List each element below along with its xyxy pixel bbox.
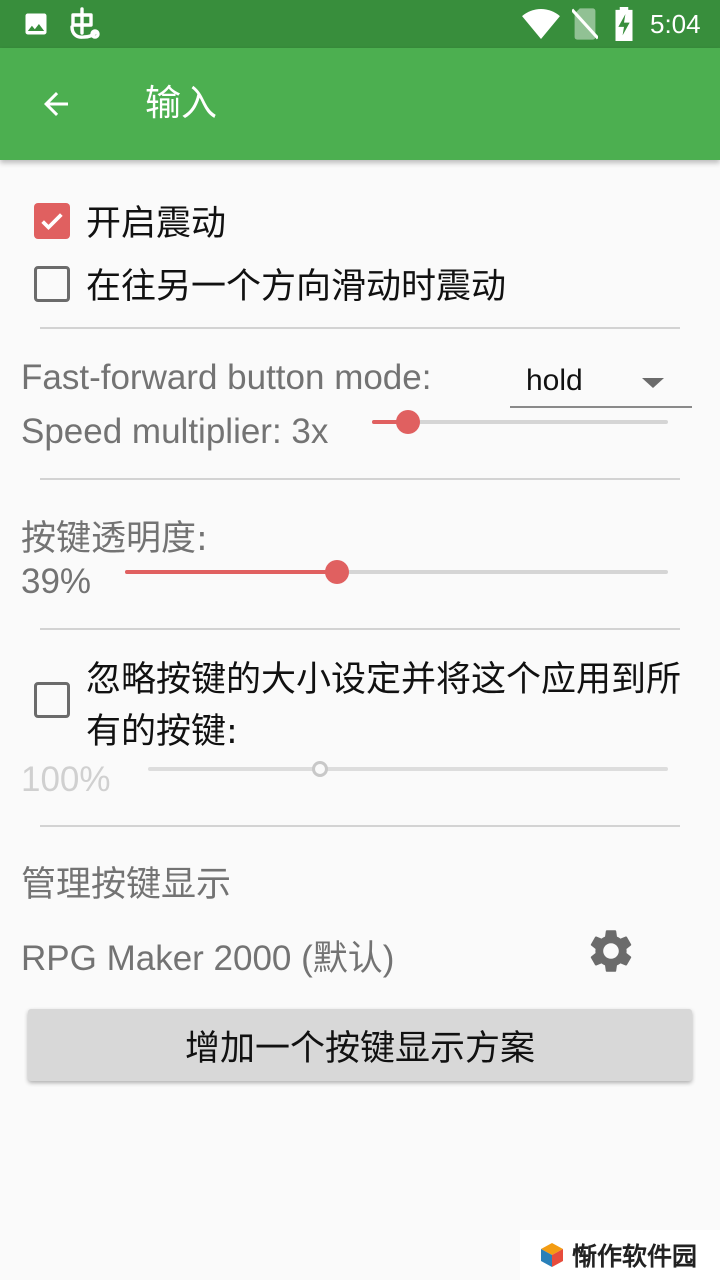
app-bar: 输入 <box>0 48 720 160</box>
fast-forward-mode-dropdown[interactable]: hold <box>510 360 692 408</box>
status-bar: 5:04 <box>0 0 720 48</box>
size-slider[interactable] <box>148 757 668 781</box>
divider <box>40 478 680 480</box>
battery-charging-icon <box>614 0 634 48</box>
opacity-value: 39% <box>21 562 92 601</box>
no-sim-icon <box>572 0 598 48</box>
watermark: 惭作软件园 <box>520 1230 720 1280</box>
image-icon <box>22 0 50 48</box>
fast-forward-mode-label: Fast-forward button mode: <box>21 358 432 397</box>
size-value: 100% <box>21 760 111 799</box>
enable-vibration-label: 开启震动 <box>86 204 227 244</box>
checkbox-unchecked-icon[interactable] <box>34 682 70 718</box>
slider-thumb[interactable] <box>311 761 328 777</box>
page-title: 输入 <box>145 83 218 124</box>
logo-icon <box>541 1243 563 1267</box>
checkbox-unchecked-icon[interactable] <box>34 265 70 302</box>
arrow-back-icon <box>44 92 68 116</box>
speed-multiplier-label: Speed multiplier: 3x <box>21 412 329 451</box>
add-layout-button[interactable]: 增加一个按键显示方案 <box>28 1009 692 1081</box>
slider-thumb[interactable] <box>395 410 420 434</box>
slider-fill <box>125 570 337 574</box>
opacity-label: 按键透明度: <box>21 519 208 559</box>
bug-icon <box>66 0 102 48</box>
wifi-icon <box>522 0 560 48</box>
speed-multiplier-slider[interactable] <box>372 410 668 434</box>
layout-item-label[interactable]: RPG Maker 2000 (默认) <box>21 930 394 981</box>
enable-vibration-checkbox[interactable]: 开启震动 <box>34 195 226 246</box>
slider-track <box>148 767 668 771</box>
layout-settings-button[interactable] <box>584 924 638 978</box>
fast-forward-mode-value: hold <box>526 364 583 397</box>
opacity-slider[interactable] <box>125 560 668 584</box>
ignore-size-label: 忽略按键的大小设定并将这个应用到所有的按键: <box>86 660 682 752</box>
manage-layouts-header: 管理按键显示 <box>21 865 232 905</box>
slider-thumb[interactable] <box>324 560 349 584</box>
divider <box>40 628 680 630</box>
watermark-text: 惭作软件园 <box>572 1242 698 1271</box>
checkbox-checked-icon[interactable] <box>34 202 70 239</box>
divider <box>40 825 680 827</box>
clock: 5:04 <box>650 8 701 39</box>
swipe-vibration-checkbox[interactable]: 在往另一个方向滑动时震动 <box>34 258 506 309</box>
back-button[interactable] <box>30 78 82 130</box>
swipe-vibration-label: 在往另一个方向滑动时震动 <box>86 267 507 307</box>
ignore-size-checkbox[interactable] <box>34 682 70 718</box>
divider <box>40 327 680 329</box>
gear-icon <box>590 930 632 972</box>
dropdown-arrow-icon <box>642 378 664 388</box>
